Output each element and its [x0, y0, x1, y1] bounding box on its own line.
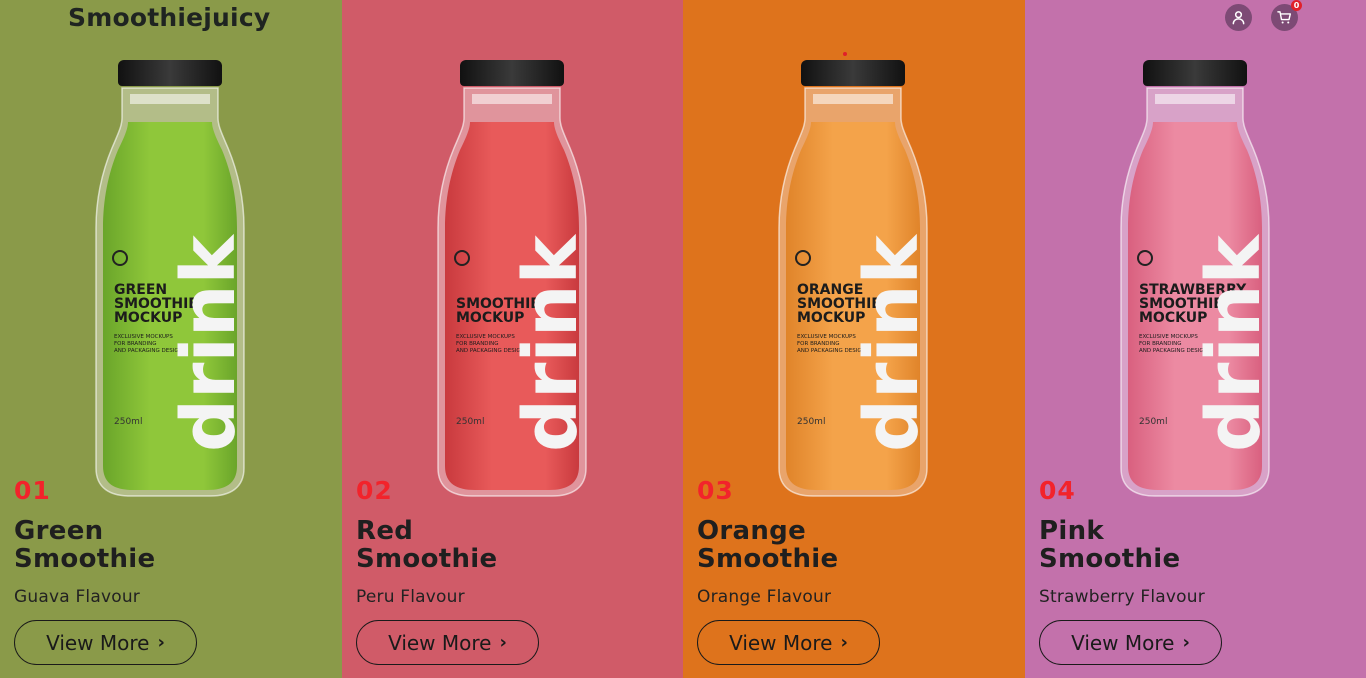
svg-text:FOR BRANDING: FOR BRANDING [456, 341, 499, 347]
product-number: 03 [697, 476, 734, 505]
chevron-right-icon: › [1182, 631, 1190, 653]
product-title: Red Smoothie [356, 516, 498, 574]
decorative-dot [843, 52, 847, 56]
svg-text:EXCLUSIVE MOCKUPS: EXCLUSIVE MOCKUPS [1139, 334, 1198, 340]
svg-text:FOR BRANDING: FOR BRANDING [797, 341, 840, 347]
orange-smoothie-bottle-image: ORANGE SMOOTHIE MOCKUP EXCLUSIVE MOCKUPS… [778, 60, 929, 497]
chevron-right-icon: › [840, 631, 848, 653]
cart-button[interactable]: 0 [1271, 0, 1302, 31]
svg-text:250ml: 250ml [114, 417, 142, 427]
svg-text:EXCLUSIVE MOCKUPS: EXCLUSIVE MOCKUPS [114, 334, 173, 340]
product-title: Green Smoothie [14, 516, 156, 574]
product-card-red: SMOOTHIE MOCKUP EXCLUSIVE MOCKUPS FOR BR… [342, 0, 683, 678]
view-more-button[interactable]: View More › [14, 620, 197, 665]
product-card-pink: STRAWBERRY SMOOTHIE MOCKUP EXCLUSIVE MOC… [1025, 0, 1366, 678]
user-icon [1232, 11, 1245, 25]
red-smoothie-bottle-image: SMOOTHIE MOCKUP EXCLUSIVE MOCKUPS FOR BR… [437, 60, 588, 497]
brand-logo[interactable]: Smoothiejuicy [68, 3, 270, 32]
product-card-green: GREEN SMOOTHIE MOCKUP EXCLUSIVE MOCKUPS … [0, 0, 342, 678]
view-more-button[interactable]: View More › [697, 620, 880, 665]
product-number: 01 [14, 476, 51, 505]
pink-smoothie-bottle-image: STRAWBERRY SMOOTHIE MOCKUP EXCLUSIVE MOC… [1120, 60, 1271, 497]
header-actions: 0 [1225, 0, 1302, 31]
product-flavour: Peru Flavour [356, 587, 465, 607]
product-number: 04 [1039, 476, 1076, 505]
view-more-button[interactable]: View More › [1039, 620, 1222, 665]
svg-text:EXCLUSIVE MOCKUPS: EXCLUSIVE MOCKUPS [456, 334, 515, 340]
product-title: Orange Smoothie [697, 516, 839, 574]
bottle-drink-text: drink [508, 233, 588, 452]
svg-text:FOR BRANDING: FOR BRANDING [1139, 341, 1182, 347]
user-account-button[interactable] [1225, 4, 1252, 31]
bottle-drink-text: drink [166, 233, 246, 452]
chevron-right-icon: › [499, 631, 507, 653]
view-more-button[interactable]: View More › [356, 620, 539, 665]
svg-text:250ml: 250ml [1139, 417, 1167, 427]
svg-text:EXCLUSIVE MOCKUPS: EXCLUSIVE MOCKUPS [797, 334, 856, 340]
cart-count-badge: 0 [1291, 0, 1302, 11]
product-card-orange: ORANGE SMOOTHIE MOCKUP EXCLUSIVE MOCKUPS… [683, 0, 1025, 678]
svg-text:FOR BRANDING: FOR BRANDING [114, 341, 157, 347]
product-flavour: Guava Flavour [14, 587, 140, 607]
product-flavour: Orange Flavour [697, 587, 832, 607]
svg-text:250ml: 250ml [797, 417, 825, 427]
cart-icon [1277, 11, 1292, 24]
green-smoothie-bottle-image: GREEN SMOOTHIE MOCKUP EXCLUSIVE MOCKUPS … [95, 60, 246, 497]
product-title: Pink Smoothie [1039, 516, 1181, 574]
bottle-drink-text: drink [1191, 233, 1271, 452]
bottle-drink-text: drink [849, 233, 929, 452]
product-panels: GREEN SMOOTHIE MOCKUP EXCLUSIVE MOCKUPS … [0, 0, 1366, 678]
product-number: 02 [356, 476, 393, 505]
svg-text:250ml: 250ml [456, 417, 484, 427]
product-flavour: Strawberry Flavour [1039, 587, 1205, 607]
chevron-right-icon: › [157, 631, 165, 653]
